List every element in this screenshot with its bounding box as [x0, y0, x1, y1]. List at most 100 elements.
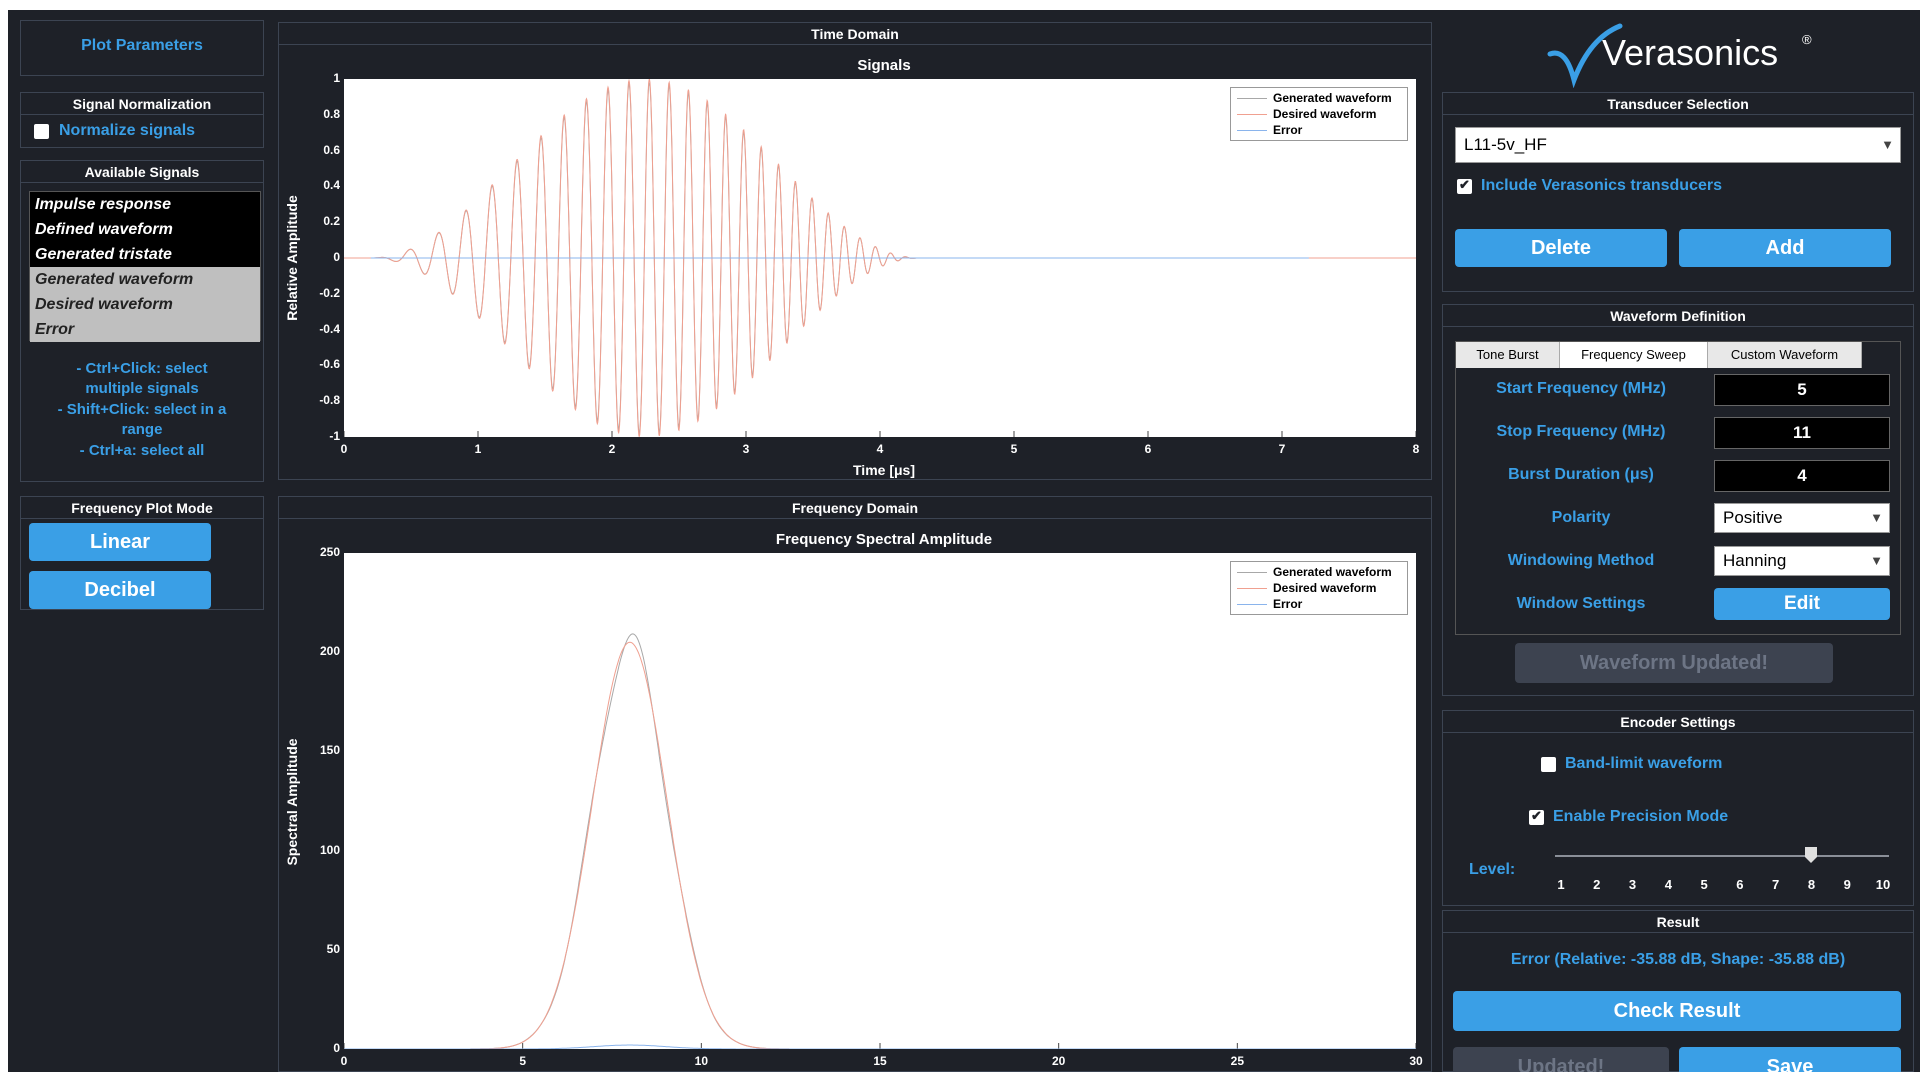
signals-listbox[interactable]: Impulse response Defined waveform Genera… — [29, 191, 261, 342]
time-domain-title: Time Domain — [279, 23, 1431, 45]
y-tick-label: 150 — [319, 743, 340, 758]
legend-line-generated — [1237, 98, 1267, 99]
legend-text: Generated waveform — [1273, 565, 1392, 579]
x-tick-label: 20 — [1051, 1054, 1066, 1068]
series-desired-line — [344, 641, 1416, 1050]
polarity-dropdown[interactable]: Positive ▼ — [1714, 503, 1890, 533]
level-tick-label: 4 — [1664, 877, 1672, 892]
legend-text: Generated waveform — [1273, 91, 1392, 105]
tab-custom-waveform[interactable]: Custom Waveform — [1708, 342, 1862, 368]
transducer-dropdown[interactable]: L11-5v_HF ▼ — [1455, 127, 1901, 163]
frequency-domain-title: Frequency Domain — [279, 497, 1431, 519]
result-title: Result — [1443, 911, 1913, 933]
list-item[interactable]: Desired waveform — [30, 292, 260, 317]
spectral-plot-area[interactable] — [343, 553, 1417, 1050]
y-tick-label: 200 — [319, 644, 340, 659]
hint-text: range — [121, 421, 163, 438]
x-tick-label: 4 — [876, 442, 884, 456]
burst-duration-field[interactable]: 4 — [1714, 460, 1890, 492]
normalize-signals-checkbox[interactable] — [34, 124, 49, 139]
start-frequency-label: Start Frequency (MHz) — [1496, 380, 1666, 397]
level-tick-label: 1 — [1557, 877, 1565, 892]
x-tick-label: 6 — [1144, 442, 1152, 456]
y-tick-label: 0.2 — [323, 214, 340, 229]
x-tick-label: 5 — [1010, 442, 1018, 456]
waveform-definition-title: Waveform Definition — [1443, 305, 1913, 327]
precision-mode-label: Enable Precision Mode — [1553, 808, 1729, 825]
y-tick-label: -0.4 — [319, 321, 340, 336]
hint-text: - Shift+Click: select in a — [57, 401, 227, 418]
legend-line-error — [1237, 130, 1267, 131]
list-item[interactable]: Error — [30, 317, 260, 342]
save-button[interactable]: Save — [1679, 1047, 1901, 1072]
list-item[interactable]: Generated tristate — [30, 242, 260, 267]
edit-button[interactable]: Edit — [1714, 588, 1890, 620]
y-tick-label: 250 — [319, 545, 340, 559]
list-item[interactable]: Impulse response — [30, 192, 260, 217]
level-tick-label: 2 — [1593, 877, 1601, 892]
level-tick-label: 10 — [1875, 877, 1891, 892]
list-item[interactable]: Generated waveform — [30, 267, 260, 292]
list-item[interactable]: Defined waveform — [30, 217, 260, 242]
transducer-selected: L11-5v_HF — [1464, 135, 1547, 154]
x-tick-label: 10 — [694, 1054, 708, 1068]
available-signals-title: Available Signals — [21, 161, 263, 183]
signals-legend: Generated waveform Desired waveform Erro… — [1230, 87, 1408, 141]
encoder-settings-title: Encoder Settings — [1443, 711, 1913, 733]
polarity-selected: Positive — [1723, 508, 1783, 527]
plot-parameters-label: Plot Parameters — [81, 37, 203, 54]
chevron-down-icon: ▼ — [1870, 553, 1883, 568]
x-tick-label: 15 — [873, 1054, 887, 1068]
check-result-button[interactable]: Check Result — [1453, 991, 1901, 1031]
band-limit-label: Band-limit waveform — [1565, 755, 1723, 772]
tab-tone-burst[interactable]: Tone Burst — [1456, 342, 1560, 368]
plot-parameters-panel: Plot Parameters — [20, 20, 264, 76]
signals-y-label: Relative Amplitude — [284, 195, 300, 321]
burst-duration-label: Burst Duration (μs) — [1508, 466, 1654, 483]
start-frequency-field[interactable]: 5 — [1714, 374, 1890, 406]
level-tick-label: 5 — [1700, 877, 1708, 892]
add-button[interactable]: Add — [1679, 229, 1891, 267]
result-panel: Result Error (Relative: -35.88 dB, Shape… — [1442, 910, 1914, 1072]
signal-normalization-panel: Signal Normalization Normalize signals — [20, 92, 264, 148]
delete-button[interactable]: Delete — [1455, 229, 1667, 267]
legend-line-desired — [1237, 114, 1267, 115]
decibel-button[interactable]: Decibel — [29, 571, 211, 609]
hint-text: multiple signals — [85, 380, 199, 397]
level-tick-label: 3 — [1628, 877, 1637, 892]
legend-text: Desired waveform — [1273, 107, 1377, 121]
logo-registered: ® — [1802, 32, 1812, 47]
legend-text: Error — [1273, 597, 1303, 611]
signals-chart-title: Signals — [857, 57, 911, 74]
x-tick-label: 3 — [742, 442, 750, 456]
verasonics-logo: Verasonics ® — [1544, 18, 1824, 88]
hint-text: - Ctrl+Click: select — [76, 360, 208, 377]
frequency-plot-mode-title: Frequency Plot Mode — [21, 497, 263, 519]
updated-button[interactable]: Updated! — [1453, 1047, 1669, 1072]
windowing-selected: Hanning — [1723, 551, 1787, 570]
error-result-text: Error (Relative: -35.88 dB, Shape: -35.8… — [1510, 951, 1846, 968]
y-tick-label: -1 — [329, 429, 340, 443]
stop-frequency-field[interactable]: 11 — [1714, 417, 1890, 449]
available-signals-panel: Available Signals Impulse response Defin… — [20, 160, 264, 482]
precision-mode-checkbox[interactable] — [1529, 808, 1544, 825]
level-tick-label: 9 — [1843, 877, 1851, 892]
legend-line-error — [1237, 604, 1267, 605]
level-slider-thumb[interactable] — [1805, 847, 1818, 863]
y-tick-label: 0.4 — [323, 178, 340, 193]
frequency-plot-mode-panel: Frequency Plot Mode Linear Decibel — [20, 496, 264, 610]
level-slider-track[interactable] — [1555, 855, 1889, 857]
app-window: Plot Parameters Signal Normalization Nor… — [8, 10, 1920, 1072]
linear-button[interactable]: Linear — [29, 523, 211, 561]
series-generated-line — [344, 633, 1416, 1050]
hint-text: - Ctrl+a: select all — [79, 442, 205, 459]
include-verasonics-checkbox[interactable] — [1457, 177, 1472, 194]
level-tick-label: 7 — [1772, 877, 1780, 892]
windowing-method-dropdown[interactable]: Hanning ▼ — [1714, 546, 1890, 576]
band-limit-checkbox[interactable] — [1541, 757, 1556, 772]
tab-frequency-sweep[interactable]: Frequency Sweep — [1560, 342, 1708, 368]
polarity-label: Polarity — [1551, 509, 1611, 526]
y-tick-label: 0.8 — [323, 106, 340, 121]
x-tick-label: 1 — [474, 442, 482, 456]
waveform-updated-button[interactable]: Waveform Updated! — [1515, 643, 1833, 683]
